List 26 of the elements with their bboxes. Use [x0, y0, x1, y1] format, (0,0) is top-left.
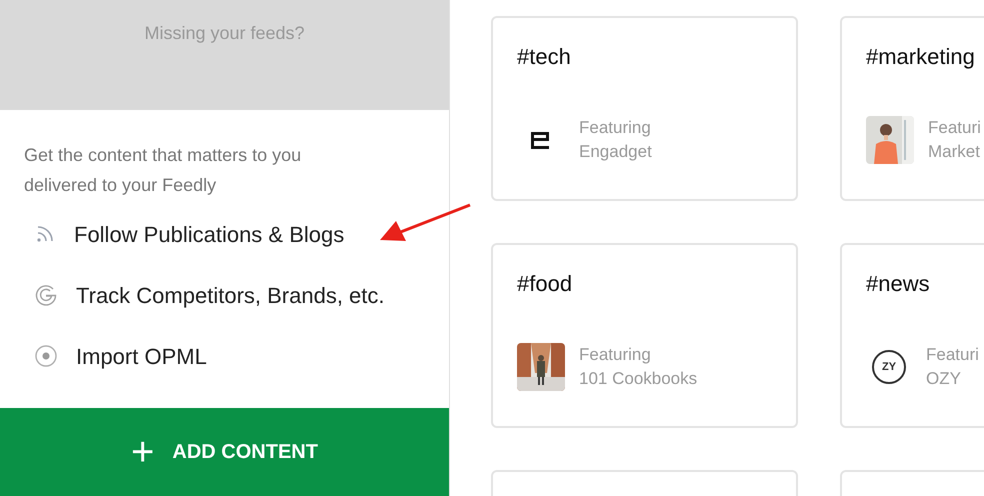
g-logo-icon [34, 283, 58, 307]
source-name: Market [928, 141, 981, 163]
notice-text: Missing your feeds? [144, 22, 305, 45]
add-option[interactable]: Track Competitors, Brands, etc. [24, 277, 425, 313]
plus-icon: + [131, 432, 154, 472]
add-option[interactable]: Follow Publications & Blogs [24, 216, 425, 252]
topic-card[interactable]: #food Featuring 101 Cookbooks [491, 243, 798, 428]
topic-title: #tech [517, 43, 572, 71]
topic-title: #marketing [866, 43, 976, 71]
radio-icon [34, 344, 58, 368]
featuring-label: Featuring [579, 344, 652, 366]
topic-card[interactable]: #marketing Featuri Market [840, 16, 984, 201]
topic-card[interactable]: #tech Featuring Engadget [491, 16, 798, 201]
topic-title: #news [866, 270, 931, 298]
source-name: OZY [926, 368, 962, 390]
source-name: 101 Cookbooks [579, 368, 698, 390]
featuring-label: Featuri [926, 344, 979, 366]
topic-card[interactable]: #news ZY Featuri OZY [840, 243, 984, 428]
featuring-label: Featuring [579, 117, 652, 139]
topic-title: #food [517, 270, 574, 298]
featuring-label: Featuri [928, 117, 981, 139]
source-name: Engadget [579, 141, 652, 163]
zy-logo: ZY [872, 350, 906, 384]
add-content-button[interactable]: + ADD CONTENT [0, 408, 449, 496]
add-option[interactable]: Import OPML [24, 338, 425, 374]
intro-text: Get the content that matters to you delivered to your Feedly [24, 144, 302, 197]
